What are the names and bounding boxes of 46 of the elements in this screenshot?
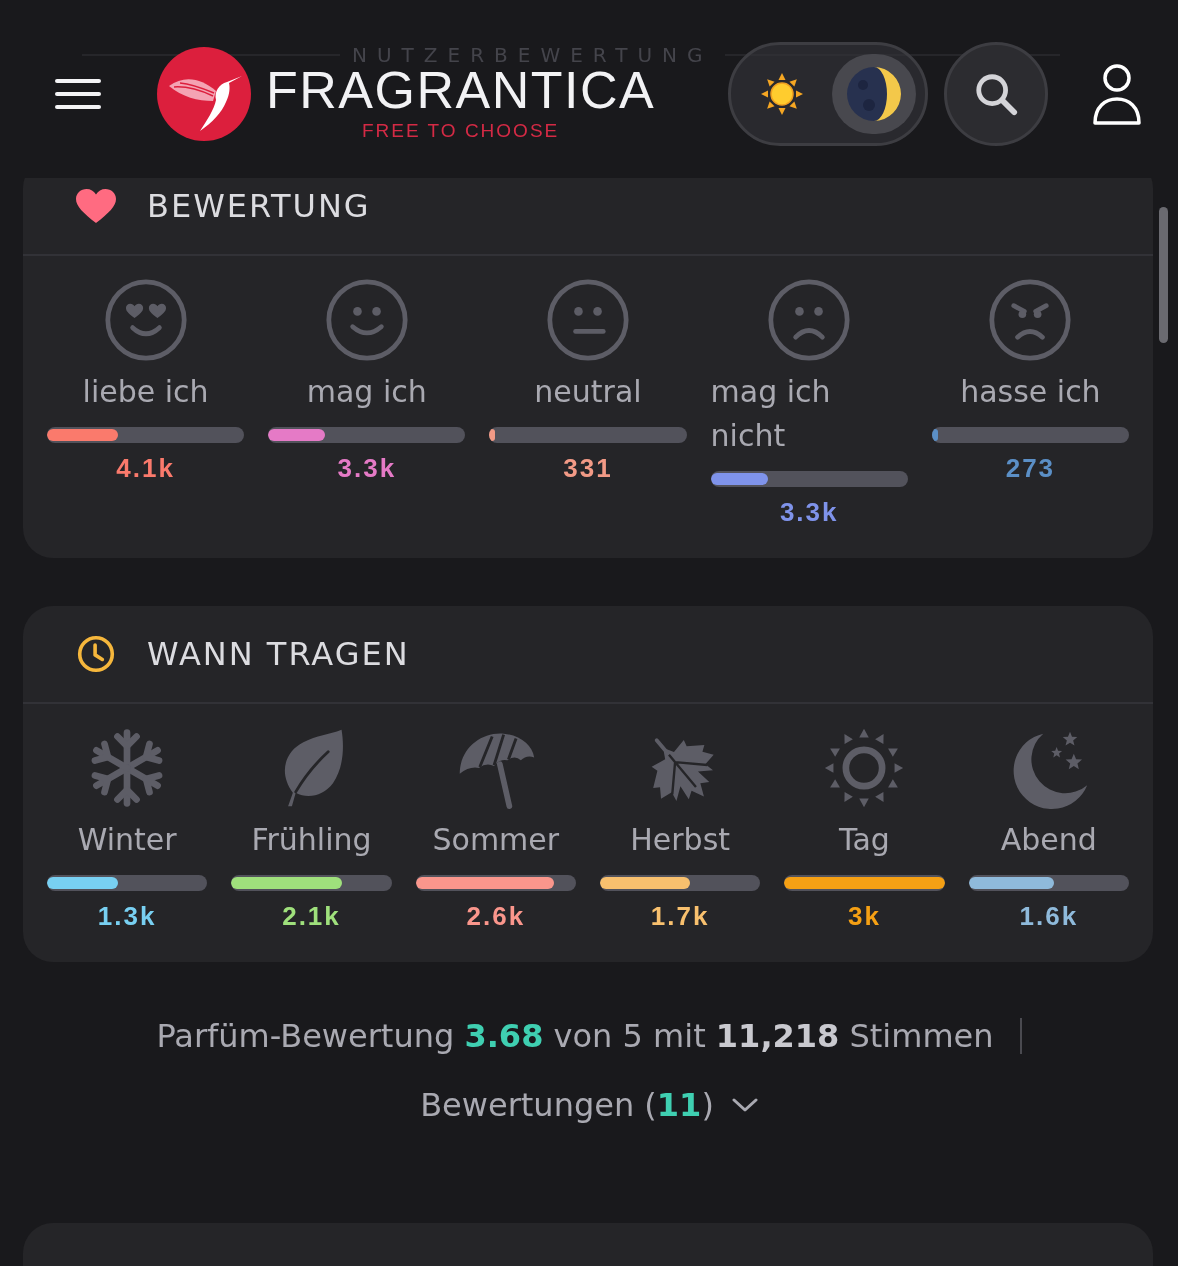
neutral-face-icon[interactable] xyxy=(546,278,630,362)
chevron-down-icon xyxy=(731,1097,758,1113)
vote-count: 273 xyxy=(1005,452,1056,484)
vote-label: liebe ich xyxy=(82,373,209,411)
vote-count: 1.6k xyxy=(1019,900,1079,932)
vote-count: 3.3k xyxy=(779,496,839,528)
logo-wordmark: FRAGRANTICA xyxy=(266,70,656,110)
hummingbird-logo-icon[interactable] xyxy=(156,46,252,142)
vote-label: mag ich xyxy=(306,373,427,411)
reviews-toggle[interactable]: Bewertungen (11) xyxy=(420,1083,758,1127)
season-label: Tag xyxy=(839,821,890,859)
season-label: Winter xyxy=(77,821,177,859)
heart-icon xyxy=(75,187,117,225)
season-label: Herbst xyxy=(630,821,731,859)
user-icon xyxy=(1091,62,1143,126)
vote-label: mag ich nicht xyxy=(710,373,832,455)
logo-tagline: FREE TO CHOOSE xyxy=(361,120,560,142)
vote-count: 3.3k xyxy=(337,452,397,484)
menu-button[interactable] xyxy=(55,78,101,110)
vote-label: hasse ich xyxy=(960,373,1101,411)
theme-option[interactable] xyxy=(832,54,916,134)
vote-count: 1.3k xyxy=(97,900,157,932)
moon-icon xyxy=(845,65,903,123)
menu-icon xyxy=(55,78,101,110)
section-title: WANN TRAGEN xyxy=(147,634,410,674)
vote-count: 2.6k xyxy=(466,900,526,932)
season-label: Sommer xyxy=(432,821,560,859)
section-title: BEWERTUNG xyxy=(147,186,371,226)
vote-count: 4.1k xyxy=(116,452,175,484)
rating-summary: Parfüm-Bewertung 3.68 von 5 mit 11,218 Stimmen xyxy=(156,1016,994,1057)
season-label: Abend xyxy=(1000,821,1097,859)
vote-count: 1.7k xyxy=(650,900,710,932)
clock-icon xyxy=(75,635,117,673)
vote-count: 2.1k xyxy=(282,900,341,932)
sun-icon xyxy=(760,72,804,116)
vote-label: neutral xyxy=(534,373,642,411)
scrollbar-thumb[interactable] xyxy=(1159,207,1168,343)
vote-count: 3k xyxy=(848,900,881,932)
search-icon xyxy=(973,71,1019,117)
heart-eyes-face-icon[interactable] xyxy=(103,278,188,362)
frowning-face-icon[interactable] xyxy=(767,278,852,362)
season-label: Frühling xyxy=(251,821,372,859)
smiling-face-icon[interactable] xyxy=(324,278,409,362)
angry-face-icon[interactable] xyxy=(988,278,1073,362)
account-button[interactable] xyxy=(1091,62,1143,126)
vote-count: 331 xyxy=(563,452,613,484)
